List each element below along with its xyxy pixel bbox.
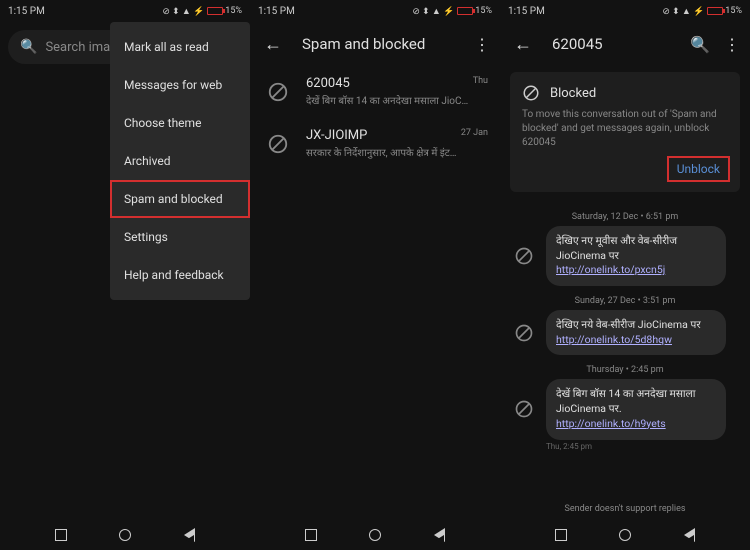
nav-bar bbox=[250, 520, 500, 550]
status-time: 1:15 PM bbox=[258, 6, 295, 17]
menu-choose-theme[interactable]: Choose theme bbox=[110, 104, 250, 142]
message-bubble: देखें बिग बॉस 14 का अनदेखा मसाला JioCine… bbox=[546, 379, 726, 439]
blocked-icon bbox=[522, 84, 540, 102]
message-row[interactable]: देखिए नए मूवीस और वेब-सीरीज JioCinema पर… bbox=[510, 226, 740, 286]
status-bar: 1:15 PM ⊘ ⬍ ▲ ⚡ 15% bbox=[250, 0, 500, 22]
blocked-icon bbox=[510, 319, 538, 347]
nav-recents[interactable] bbox=[304, 528, 318, 542]
menu-archived[interactable]: Archived bbox=[110, 142, 250, 180]
menu-spam-blocked[interactable]: Spam and blocked bbox=[110, 180, 250, 218]
page-title: 620045 bbox=[552, 35, 690, 53]
date-separator: Saturday, 12 Dec • 6:51 pm bbox=[510, 212, 740, 222]
back-icon[interactable]: ← bbox=[260, 30, 286, 59]
blocked-icon bbox=[510, 395, 538, 423]
message-row[interactable]: देखें बिग बॉस 14 का अनदेखा मसाला JioCine… bbox=[510, 379, 740, 439]
more-icon[interactable]: ⋮ bbox=[474, 35, 490, 54]
message-bubble: देखिए नये वेब-सीरीज JioCinema पर http://… bbox=[546, 310, 726, 355]
nav-bar bbox=[0, 520, 250, 550]
date-separator: Sunday, 27 Dec • 3:51 pm bbox=[510, 296, 740, 306]
message-link[interactable]: http://onelink.to/5d8hqw bbox=[556, 333, 672, 346]
header: ← Spam and blocked ⋮ bbox=[250, 22, 500, 66]
banner-title: Blocked bbox=[550, 86, 596, 101]
conversation-item[interactable]: JX-JIOIMP सरकार के निर्देशानुसार, आपके क… bbox=[250, 118, 500, 170]
nav-home[interactable] bbox=[618, 528, 632, 542]
message-row[interactable]: देखिए नये वेब-सीरीज JioCinema पर http://… bbox=[510, 310, 740, 355]
conversation-item[interactable]: 620045 देखें बिग बॉस 14 का अनदेखा मसाला … bbox=[250, 66, 500, 118]
blocked-icon bbox=[262, 128, 294, 160]
status-bar: 1:15 PM ⊘ ⬍ ▲ ⚡ 15% bbox=[500, 0, 750, 22]
status-time: 1:15 PM bbox=[508, 6, 545, 17]
blocked-banner: Blocked To move this conversation out of… bbox=[510, 72, 740, 192]
menu-help[interactable]: Help and feedback bbox=[110, 256, 250, 294]
status-indicators: ⊘ ⬍ ▲ ⚡ 15% bbox=[162, 6, 242, 17]
status-bar: 1:15 PM ⊘ ⬍ ▲ ⚡ 15% bbox=[0, 0, 250, 22]
message-timestamp: Thu, 2:45 pm bbox=[546, 442, 740, 451]
message-link[interactable]: http://onelink.to/pxcn5j bbox=[556, 263, 665, 276]
search-icon[interactable]: 🔍 bbox=[690, 35, 710, 54]
screen-conversation: 1:15 PM ⊘ ⬍ ▲ ⚡ 15% ← 620045 🔍 ⋮ Blocked… bbox=[500, 0, 750, 550]
reply-notice: Sender doesn't support replies bbox=[500, 498, 750, 520]
conversation-time: Thu bbox=[473, 76, 488, 86]
header: ← 620045 🔍 ⋮ bbox=[500, 22, 750, 66]
conversation-time: 27 Jan bbox=[461, 128, 488, 138]
nav-back[interactable] bbox=[682, 528, 696, 542]
conversation-list: 620045 देखें बिग बॉस 14 का अनदेखा मसाला … bbox=[250, 66, 500, 520]
nav-recents[interactable] bbox=[54, 528, 68, 542]
status-indicators: ⊘ ⬍ ▲ ⚡ 15% bbox=[412, 6, 492, 17]
nav-home[interactable] bbox=[118, 528, 132, 542]
overflow-menu: Mark all as read Messages for web Choose… bbox=[110, 22, 250, 300]
blocked-icon bbox=[510, 242, 538, 270]
nav-back[interactable] bbox=[432, 528, 446, 542]
conversation-title: 620045 bbox=[306, 76, 469, 91]
message-list: Saturday, 12 Dec • 6:51 pm देखिए नए मूवीस… bbox=[500, 198, 750, 498]
screen-messages-menu: 1:15 PM ⊘ ⬍ ▲ ⚡ 15% 🔍 Search images Mark… bbox=[0, 0, 250, 550]
nav-home[interactable] bbox=[368, 528, 382, 542]
conversation-snippet: सरकार के निर्देशानुसार, आपके क्षेत्र में… bbox=[306, 145, 457, 159]
banner-description: To move this conversation out of 'Spam a… bbox=[522, 108, 728, 150]
nav-bar bbox=[500, 520, 750, 550]
message-bubble: देखिए नए मूवीस और वेब-सीरीज JioCinema पर… bbox=[546, 226, 726, 286]
more-icon[interactable]: ⋮ bbox=[724, 35, 740, 54]
nav-back[interactable] bbox=[182, 528, 196, 542]
conversation-title: JX-JIOIMP bbox=[306, 128, 457, 143]
unblock-button[interactable]: Unblock bbox=[669, 158, 728, 180]
conversation-snippet: देखें बिग बॉस 14 का अनदेखा मसाला JioCine… bbox=[306, 93, 469, 107]
nav-recents[interactable] bbox=[554, 528, 568, 542]
screen-spam-list: 1:15 PM ⊘ ⬍ ▲ ⚡ 15% ← Spam and blocked ⋮… bbox=[250, 0, 500, 550]
menu-mark-read[interactable]: Mark all as read bbox=[110, 28, 250, 66]
status-time: 1:15 PM bbox=[8, 6, 45, 17]
menu-messages-web[interactable]: Messages for web bbox=[110, 66, 250, 104]
status-indicators: ⊘ ⬍ ▲ ⚡ 15% bbox=[662, 6, 742, 17]
menu-settings[interactable]: Settings bbox=[110, 218, 250, 256]
message-link[interactable]: http://onelink.to/h9yets bbox=[556, 417, 666, 430]
back-icon[interactable]: ← bbox=[510, 30, 536, 59]
blocked-icon bbox=[262, 76, 294, 108]
page-title: Spam and blocked bbox=[302, 35, 474, 53]
search-icon: 🔍 bbox=[20, 39, 37, 55]
date-separator: Thursday • 2:45 pm bbox=[510, 365, 740, 375]
